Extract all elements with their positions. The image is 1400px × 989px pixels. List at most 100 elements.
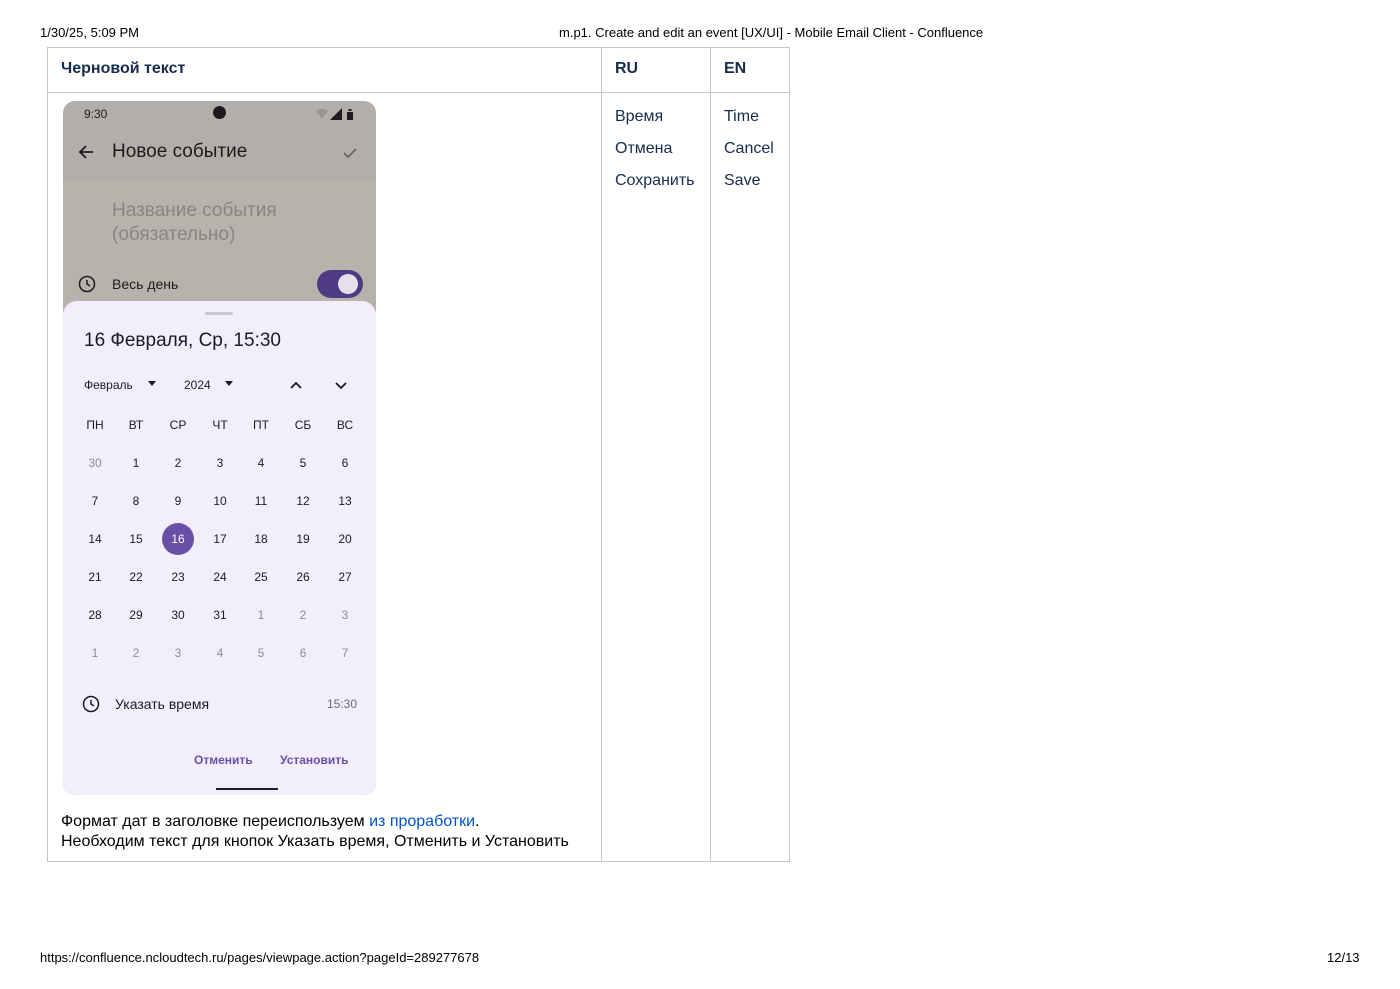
calendar-day[interactable]: 7 bbox=[329, 637, 361, 669]
header-draft: Черновой текст bbox=[47, 47, 602, 93]
calendar-day[interactable]: 2 bbox=[287, 599, 319, 631]
wifi-icon bbox=[316, 109, 328, 119]
calendar-day[interactable]: 21 bbox=[79, 561, 111, 593]
print-page-title: m.p1. Create and edit an event [UX/UI] -… bbox=[559, 25, 984, 40]
calendar-day-selected[interactable]: 16 bbox=[162, 523, 194, 555]
calendar-day[interactable]: 2 bbox=[120, 637, 152, 669]
calendar-day[interactable]: 17 bbox=[204, 523, 236, 555]
calendar-day[interactable]: 3 bbox=[329, 599, 361, 631]
calendar-day[interactable]: 3 bbox=[162, 637, 194, 669]
clock-icon bbox=[78, 275, 96, 293]
calendar-day[interactable]: 9 bbox=[162, 485, 194, 517]
translation-table: Черновой текст RU EN 9:30 Новое событие … bbox=[47, 47, 790, 862]
calendar-day[interactable]: 14 bbox=[79, 523, 111, 555]
calendar-day[interactable]: 25 bbox=[245, 561, 277, 593]
print-url: https://confluence.ncloudtech.ru/pages/v… bbox=[40, 950, 480, 965]
calendar-day[interactable]: 30 bbox=[79, 447, 111, 479]
time-value[interactable]: 15:30 bbox=[327, 697, 357, 711]
status-bar: 9:30 bbox=[63, 101, 376, 129]
weekday-label: ВС bbox=[336, 418, 354, 432]
phone-mockup: 9:30 Новое событие Название события (обя… bbox=[63, 101, 376, 795]
calendar-day[interactable]: 12 bbox=[287, 485, 319, 517]
cancel-button[interactable]: Отменить bbox=[194, 753, 253, 767]
en-term-save: Save bbox=[724, 172, 761, 189]
en-cell: Time Cancel Save bbox=[710, 92, 790, 862]
note-period: . bbox=[475, 813, 480, 830]
calendar-day[interactable]: 1 bbox=[120, 447, 152, 479]
en-term-cancel: Cancel bbox=[724, 140, 774, 157]
calendar-day[interactable]: 18 bbox=[245, 523, 277, 555]
calendar-day[interactable]: 15 bbox=[120, 523, 152, 555]
calendar-day[interactable]: 10 bbox=[204, 485, 236, 517]
calendar-day[interactable]: 7 bbox=[79, 485, 111, 517]
ru-term-save: Сохранить bbox=[615, 172, 695, 189]
weekday-label: ВТ bbox=[128, 418, 144, 432]
ru-cell: Время Отмена Сохранить bbox=[601, 92, 711, 862]
calendar-day[interactable]: 28 bbox=[79, 599, 111, 631]
en-term-time: Time bbox=[724, 108, 759, 125]
calendar-day[interactable]: 30 bbox=[162, 599, 194, 631]
draft-cell: 9:30 Новое событие Название события (обя… bbox=[47, 92, 602, 862]
all-day-label: Весь день bbox=[112, 276, 179, 292]
calendar-day[interactable]: 29 bbox=[120, 599, 152, 631]
calendar-day[interactable]: 26 bbox=[287, 561, 319, 593]
draft-note: Формат дат в заголовке переиспользуем из… bbox=[61, 812, 569, 852]
month-dropdown-arrow-icon[interactable] bbox=[148, 381, 156, 386]
status-time: 9:30 bbox=[84, 107, 108, 121]
calendar-day[interactable]: 4 bbox=[204, 637, 236, 669]
date-picker-sheet: 16 Февраля, Ср, 15:30 Февраль 2024 ПН ВТ С… bbox=[63, 301, 376, 795]
year-dropdown[interactable]: 2024 bbox=[184, 378, 211, 392]
home-indicator bbox=[216, 788, 278, 790]
year-dropdown-arrow-icon[interactable] bbox=[225, 381, 233, 386]
calendar-day[interactable]: 5 bbox=[245, 637, 277, 669]
calendar-day[interactable]: 27 bbox=[329, 561, 361, 593]
calendar-day[interactable]: 2 bbox=[162, 447, 194, 479]
calendar-day[interactable]: 3 bbox=[204, 447, 236, 479]
calendar-day[interactable]: 13 bbox=[329, 485, 361, 517]
month-dropdown[interactable]: Февраль bbox=[84, 378, 133, 392]
ru-term-time: Время bbox=[615, 108, 664, 125]
drag-handle[interactable] bbox=[205, 312, 233, 315]
appbar-title: Новое событие bbox=[112, 141, 248, 162]
event-name-input[interactable]: Название события (обязательно) bbox=[112, 199, 312, 247]
calendar-day[interactable]: 1 bbox=[245, 599, 277, 631]
weekday-label: ЧТ bbox=[212, 418, 228, 432]
note-link[interactable]: из проработки bbox=[369, 813, 475, 830]
calendar-day[interactable]: 6 bbox=[329, 447, 361, 479]
calendar-day[interactable]: 22 bbox=[120, 561, 152, 593]
calendar-day[interactable]: 8 bbox=[120, 485, 152, 517]
weekday-label: СБ bbox=[294, 418, 312, 432]
camera-cutout bbox=[213, 106, 226, 119]
calendar-day[interactable]: 5 bbox=[287, 447, 319, 479]
signal-icon bbox=[330, 108, 342, 120]
weekday-label: СР bbox=[169, 418, 187, 432]
all-day-toggle[interactable] bbox=[317, 270, 363, 298]
selected-date-header: 16 Февраля, Ср, 15:30 bbox=[84, 330, 281, 351]
weekday-label: ПТ bbox=[253, 418, 269, 432]
back-arrow-icon[interactable] bbox=[77, 142, 97, 162]
time-clock-icon bbox=[82, 695, 100, 713]
weekday-label: ПН bbox=[86, 418, 104, 432]
battery-icon bbox=[347, 109, 353, 120]
set-time-label[interactable]: Указать время bbox=[115, 696, 209, 712]
calendar-day[interactable]: 24 bbox=[204, 561, 236, 593]
print-date: 1/30/25, 5:09 PM bbox=[40, 25, 140, 40]
calendar-day[interactable]: 11 bbox=[245, 485, 277, 517]
note-line-2: Необходим текст для кнопок Указать время… bbox=[61, 833, 569, 850]
chevron-up-icon[interactable] bbox=[289, 378, 303, 392]
calendar-day[interactable]: 23 bbox=[162, 561, 194, 593]
chevron-down-icon[interactable] bbox=[334, 378, 348, 392]
calendar-day[interactable]: 19 bbox=[287, 523, 319, 555]
set-button[interactable]: Установить bbox=[280, 753, 349, 767]
print-page-number: 12/13 bbox=[1327, 950, 1360, 965]
check-icon[interactable] bbox=[341, 144, 359, 162]
calendar-day[interactable]: 6 bbox=[287, 637, 319, 669]
header-ru: RU bbox=[601, 47, 711, 93]
ru-term-cancel: Отмена bbox=[615, 140, 673, 157]
calendar-day[interactable]: 31 bbox=[204, 599, 236, 631]
calendar-day[interactable]: 1 bbox=[79, 637, 111, 669]
note-text: Формат дат в заголовке переиспользуем bbox=[61, 813, 370, 830]
calendar-day[interactable]: 4 bbox=[245, 447, 277, 479]
header-en: EN bbox=[710, 47, 790, 93]
calendar-day[interactable]: 20 bbox=[329, 523, 361, 555]
